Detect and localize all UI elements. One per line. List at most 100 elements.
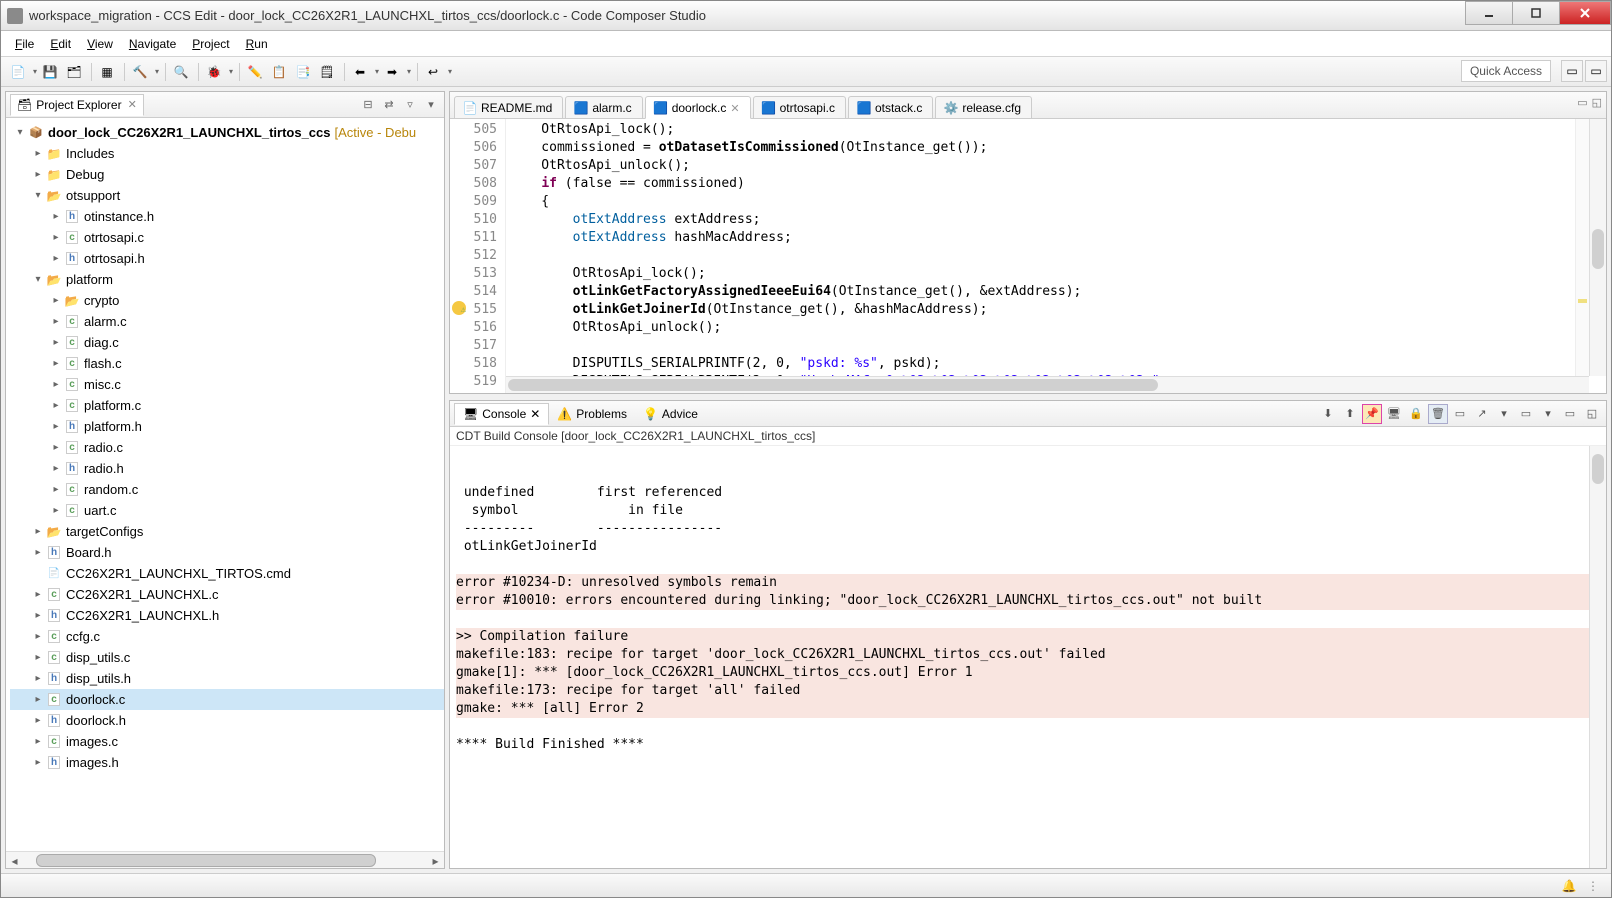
editor-tab[interactable]: ⚙️release.cfg bbox=[935, 96, 1032, 118]
editor-tab[interactable]: 🟦otstack.c bbox=[848, 96, 933, 118]
tree-item[interactable]: ▸cotrtosapi.c bbox=[10, 227, 444, 248]
expand-icon[interactable]: ▾ bbox=[32, 274, 44, 285]
expand-icon[interactable]: ▾ bbox=[32, 190, 44, 201]
tree-item[interactable]: ▸hBoard.h bbox=[10, 542, 444, 563]
tree-item[interactable]: ▸targetConfigs bbox=[10, 521, 444, 542]
dropdown-icon[interactable]: ▾ bbox=[373, 67, 381, 76]
tree-item[interactable]: 📄CC26X2R1_LAUNCHXL_TIRTOS.cmd bbox=[10, 563, 444, 584]
tool-button[interactable]: 📑 bbox=[292, 61, 314, 83]
menu-run[interactable]: Run bbox=[238, 34, 276, 54]
tree-item[interactable]: ▸Debug bbox=[10, 164, 444, 185]
project-tree[interactable]: ▾ 📦 door_lock_CC26X2R1_LAUNCHXL_tirtos_c… bbox=[6, 118, 444, 851]
scroll-lock-icon[interactable]: ⬇ bbox=[1318, 404, 1338, 424]
console-tab-problems[interactable]: ⚠️Problems bbox=[549, 404, 635, 424]
overview-ruler[interactable] bbox=[1575, 119, 1589, 376]
tree-item[interactable]: ▸cdisp_utils.c bbox=[10, 647, 444, 668]
project-root[interactable]: ▾ 📦 door_lock_CC26X2R1_LAUNCHXL_tirtos_c… bbox=[10, 122, 444, 143]
expand-icon[interactable]: ▸ bbox=[32, 589, 44, 600]
link-editor-icon[interactable]: ⇄ bbox=[380, 96, 398, 114]
console-output[interactable]: undefined first referenced symbol in fil… bbox=[450, 446, 1606, 868]
dropdown-icon[interactable]: ▾ bbox=[153, 67, 161, 76]
toggle-button[interactable]: ▦ bbox=[96, 61, 118, 83]
console-icon[interactable]: ▭ bbox=[1450, 404, 1470, 424]
editor-tab[interactable]: 🟦alarm.c bbox=[565, 96, 642, 118]
quick-access-field[interactable]: Quick Access bbox=[1461, 60, 1551, 82]
display-icon[interactable]: 🖥 bbox=[1384, 404, 1404, 424]
expand-icon[interactable]: ▸ bbox=[50, 295, 62, 306]
minimize-button[interactable] bbox=[1465, 1, 1513, 25]
expand-icon[interactable]: ▸ bbox=[32, 526, 44, 537]
expand-icon[interactable]: ▸ bbox=[32, 631, 44, 642]
expand-icon[interactable]: ▸ bbox=[32, 673, 44, 684]
expand-icon[interactable]: ▸ bbox=[50, 400, 62, 411]
maximize-icon[interactable]: ◱ bbox=[1582, 404, 1602, 424]
tree-item[interactable]: ▸cflash.c bbox=[10, 353, 444, 374]
close-icon[interactable]: ✕ bbox=[128, 98, 137, 111]
tree-item[interactable]: ▸calarm.c bbox=[10, 311, 444, 332]
expand-icon[interactable]: ▾ bbox=[14, 127, 26, 138]
expand-icon[interactable]: ▸ bbox=[50, 463, 62, 474]
vertical-scrollbar[interactable] bbox=[1589, 119, 1606, 376]
tab-project-explorer[interactable]: 🗃 Project Explorer ✕ bbox=[10, 94, 144, 116]
expand-icon[interactable]: ▸ bbox=[50, 253, 62, 264]
tree-item[interactable]: ▸hotrtosapi.h bbox=[10, 248, 444, 269]
close-button[interactable] bbox=[1559, 1, 1611, 25]
tool-button[interactable]: 📋 bbox=[268, 61, 290, 83]
close-icon[interactable]: ✕ bbox=[530, 407, 540, 421]
tree-item[interactable]: ▸crandom.c bbox=[10, 479, 444, 500]
dropdown-icon[interactable]: ▾ bbox=[1538, 404, 1558, 424]
expand-icon[interactable]: ▸ bbox=[32, 757, 44, 768]
new-console-icon[interactable]: ▭ bbox=[1516, 404, 1536, 424]
editor-tab[interactable]: 🟦otrtosapi.c bbox=[753, 96, 846, 118]
view-menu-icon[interactable]: ▾ bbox=[422, 96, 440, 114]
debug-button[interactable]: 🐞 bbox=[203, 61, 225, 83]
clear-icon[interactable]: 🗑 bbox=[1428, 404, 1448, 424]
collapse-all-icon[interactable]: ⊟ bbox=[359, 96, 377, 114]
tree-item[interactable]: ▸crypto bbox=[10, 290, 444, 311]
status-icon[interactable]: 🔔 bbox=[1561, 878, 1577, 894]
tree-item[interactable]: ▸cmisc.c bbox=[10, 374, 444, 395]
pin-icon[interactable]: 📌 bbox=[1362, 404, 1382, 424]
scrollbar-thumb[interactable] bbox=[1592, 454, 1604, 484]
expand-icon[interactable]: ▸ bbox=[50, 505, 62, 516]
lock-icon[interactable]: 🔒 bbox=[1406, 404, 1426, 424]
dropdown-icon[interactable]: ▾ bbox=[31, 67, 39, 76]
expand-icon[interactable]: ▸ bbox=[32, 547, 44, 558]
dropdown-icon[interactable]: ▾ bbox=[227, 67, 235, 76]
tree-item[interactable]: ▸hdisp_utils.h bbox=[10, 668, 444, 689]
dropdown-icon[interactable]: ▾ bbox=[405, 67, 413, 76]
minimize-icon[interactable]: ▭ bbox=[1560, 404, 1580, 424]
dropdown-icon[interactable]: ▾ bbox=[1494, 404, 1514, 424]
tree-item[interactable]: ▸cradio.c bbox=[10, 437, 444, 458]
expand-icon[interactable]: ▸ bbox=[32, 610, 44, 621]
tree-item[interactable]: ▾otsupport bbox=[10, 185, 444, 206]
open-icon[interactable]: ↗ bbox=[1472, 404, 1492, 424]
maximize-icon[interactable]: ◱ bbox=[1592, 96, 1602, 109]
new-button[interactable]: 📄 bbox=[7, 61, 29, 83]
menu-file[interactable]: File bbox=[7, 34, 42, 54]
menu-edit[interactable]: Edit bbox=[42, 34, 79, 54]
tree-item[interactable]: ▸hradio.h bbox=[10, 458, 444, 479]
expand-icon[interactable]: ▸ bbox=[50, 442, 62, 453]
expand-icon[interactable]: ▸ bbox=[50, 211, 62, 222]
code-editor[interactable]: 505 506 507 508 509 510 511 512 513 514 … bbox=[450, 119, 1606, 393]
tree-item[interactable]: ▸cimages.c bbox=[10, 731, 444, 752]
expand-icon[interactable]: ▸ bbox=[50, 337, 62, 348]
tree-item[interactable]: ▸hCC26X2R1_LAUNCHXL.h bbox=[10, 605, 444, 626]
expand-icon[interactable]: ▸ bbox=[50, 316, 62, 327]
expand-icon[interactable]: ▸ bbox=[32, 736, 44, 747]
dropdown-icon[interactable]: ▾ bbox=[446, 67, 454, 76]
tree-item[interactable]: ▸cccfg.c bbox=[10, 626, 444, 647]
tree-item[interactable]: ▸cdiag.c bbox=[10, 332, 444, 353]
expand-icon[interactable]: ▸ bbox=[32, 652, 44, 663]
build-button[interactable]: 🔨 bbox=[129, 61, 151, 83]
close-icon[interactable]: ✕ bbox=[730, 102, 739, 115]
perspective-button[interactable]: ▭ bbox=[1561, 60, 1583, 82]
expand-icon[interactable]: ▸ bbox=[50, 358, 62, 369]
scrollbar-thumb[interactable] bbox=[508, 379, 1158, 391]
forward-button[interactable]: ➡ bbox=[381, 61, 403, 83]
expand-icon[interactable]: ▸ bbox=[32, 148, 44, 159]
tree-item[interactable]: ▸cplatform.c bbox=[10, 395, 444, 416]
tree-item[interactable]: ▾platform bbox=[10, 269, 444, 290]
expand-icon[interactable]: ▸ bbox=[32, 715, 44, 726]
